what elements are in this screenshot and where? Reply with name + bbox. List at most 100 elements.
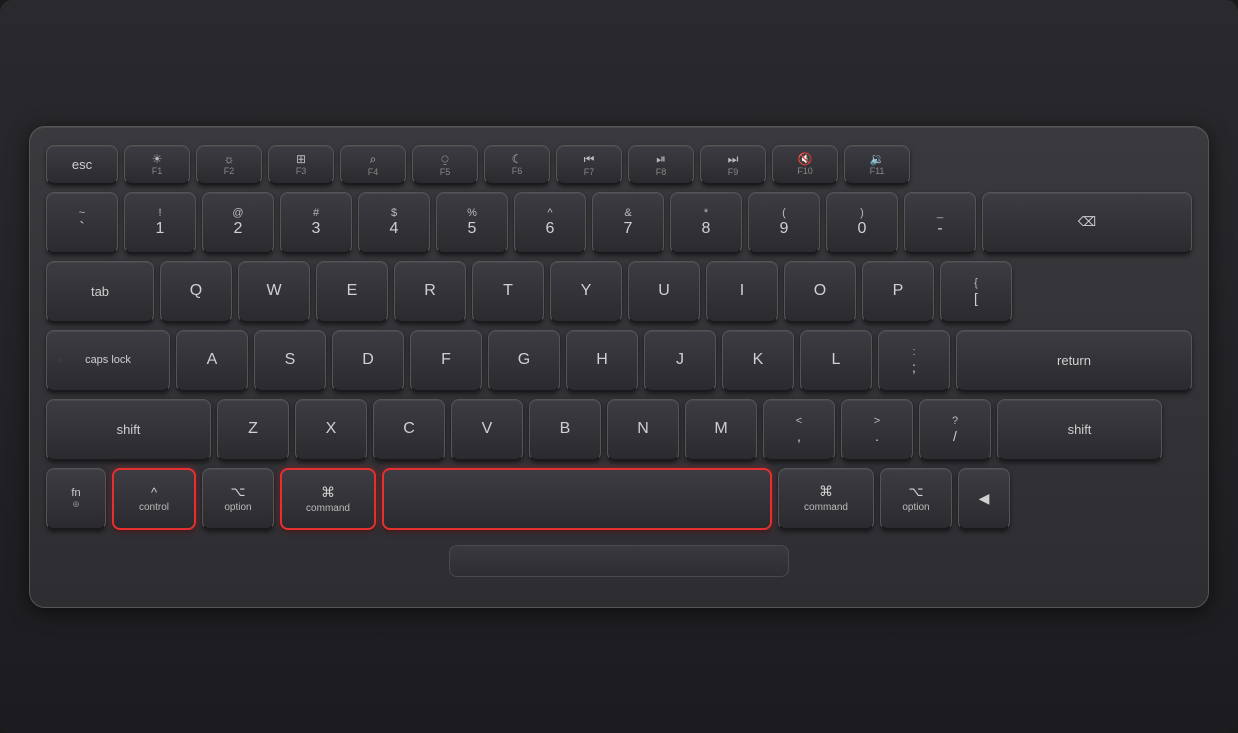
2-labels: @ 2 (232, 208, 243, 237)
key-i[interactable]: I (706, 261, 778, 323)
key-return[interactable]: return (956, 330, 1192, 392)
command-right-key-content: ⌘ command (804, 483, 848, 513)
key-q[interactable]: Q (160, 261, 232, 323)
dollar-label: $ (391, 208, 397, 219)
key-esc[interactable]: esc (46, 145, 118, 185)
f11-label: F11 (870, 166, 885, 176)
key-3[interactable]: # 3 (280, 192, 352, 254)
key-f[interactable]: F (410, 330, 482, 392)
command-left-label: command (306, 503, 350, 514)
key-shift-right[interactable]: shift (997, 399, 1162, 461)
key-p[interactable]: P (862, 261, 934, 323)
key-9[interactable]: ( 9 (748, 192, 820, 254)
key-t[interactable]: T (472, 261, 544, 323)
key-1[interactable]: ! 1 (124, 192, 196, 254)
tab-label: tab (91, 284, 109, 299)
trackpad[interactable] (449, 545, 789, 577)
key-j[interactable]: J (644, 330, 716, 392)
key-shift-left[interactable]: shift (46, 399, 211, 461)
number-row: ~ ` ! 1 @ 2 # 3 (46, 192, 1192, 254)
key-c[interactable]: C (373, 399, 445, 461)
key-caps-lock[interactable]: caps lock (46, 330, 170, 392)
8-label: 8 (702, 221, 711, 237)
f7-label: F7 (584, 167, 595, 177)
key-e[interactable]: E (316, 261, 388, 323)
key-7[interactable]: & 7 (592, 192, 664, 254)
key-a[interactable]: A (176, 330, 248, 392)
key-backtick[interactable]: ~ ` (46, 192, 118, 254)
key-f7[interactable]: ⏮ F7 (556, 145, 622, 185)
key-4[interactable]: $ 4 (358, 192, 430, 254)
key-f4[interactable]: ⌕ F4 (340, 145, 406, 185)
key-comma[interactable]: < , (763, 399, 835, 461)
key-y[interactable]: Y (550, 261, 622, 323)
f2-label: F2 (224, 166, 235, 176)
key-fn[interactable]: fn ⊕ (46, 468, 106, 530)
key-option-right[interactable]: ⌥ option (880, 468, 952, 530)
lparen-label: ( (782, 208, 786, 219)
key-f10[interactable]: 🔇 F10 (772, 145, 838, 185)
key-o[interactable]: O (784, 261, 856, 323)
key-slash[interactable]: ? / (919, 399, 991, 461)
key-h[interactable]: H (566, 330, 638, 392)
key-x[interactable]: X (295, 399, 367, 461)
colon-label: : (912, 347, 915, 358)
p-label: P (893, 282, 904, 300)
key-command-left[interactable]: ⌘ command (280, 468, 376, 530)
key-minus[interactable]: _ - (904, 192, 976, 254)
f5-icon: ⍜ (441, 152, 448, 167)
key-b[interactable]: B (529, 399, 601, 461)
key-command-right[interactable]: ⌘ command (778, 468, 874, 530)
key-2[interactable]: @ 2 (202, 192, 274, 254)
key-period[interactable]: > . (841, 399, 913, 461)
f3-label: F3 (296, 166, 307, 176)
key-lbracket[interactable]: { [ (940, 261, 1012, 323)
command-left-key-content: ⌘ command (306, 484, 350, 514)
key-f6[interactable]: ☾ F6 (484, 145, 550, 185)
key-r[interactable]: R (394, 261, 466, 323)
slash-label: / (953, 429, 957, 443)
key-d[interactable]: D (332, 330, 404, 392)
zxcv-row: shift Z X C V B N M (46, 399, 1192, 461)
key-f2[interactable]: ☼ F2 (196, 145, 262, 185)
control-label: control (139, 502, 169, 513)
key-control[interactable]: ^ control (112, 468, 196, 530)
t-label: T (503, 282, 513, 300)
key-f9[interactable]: ⏭ F9 (700, 145, 766, 185)
key-f1[interactable]: ☀ F1 (124, 145, 190, 185)
amp-label: & (624, 208, 631, 219)
key-8[interactable]: * 8 (670, 192, 742, 254)
key-m[interactable]: M (685, 399, 757, 461)
asdf-row: caps lock A S D F G H J (46, 330, 1192, 392)
key-g[interactable]: G (488, 330, 560, 392)
key-l[interactable]: L (800, 330, 872, 392)
key-f5[interactable]: ⍜ F5 (412, 145, 478, 185)
key-arrow-left[interactable]: ◀ (958, 468, 1010, 530)
key-v[interactable]: V (451, 399, 523, 461)
shift-left-label: shift (117, 422, 141, 437)
key-n[interactable]: N (607, 399, 679, 461)
backtick-labels: ~ ` (79, 208, 85, 237)
key-delete[interactable]: ⌫ (982, 192, 1192, 254)
key-f11[interactable]: 🔉 F11 (844, 145, 910, 185)
key-s[interactable]: S (254, 330, 326, 392)
key-0[interactable]: ) 0 (826, 192, 898, 254)
key-6[interactable]: ^ 6 (514, 192, 586, 254)
3-label: 3 (312, 221, 321, 237)
key-f3[interactable]: ⊞ F3 (268, 145, 334, 185)
f10-icon: 🔇 (798, 152, 813, 166)
semicolon-label: ; (912, 360, 916, 374)
key-z[interactable]: Z (217, 399, 289, 461)
period-labels: > . (874, 416, 880, 443)
4-label: 4 (390, 221, 399, 237)
key-tab[interactable]: tab (46, 261, 154, 323)
key-w[interactable]: W (238, 261, 310, 323)
key-space[interactable] (382, 468, 772, 530)
key-u[interactable]: U (628, 261, 700, 323)
key-semicolon[interactable]: : ; (878, 330, 950, 392)
key-5[interactable]: % 5 (436, 192, 508, 254)
key-f8[interactable]: ⏯ F8 (628, 145, 694, 185)
key-k[interactable]: K (722, 330, 794, 392)
key-option-left[interactable]: ⌥ option (202, 468, 274, 530)
fn-key-content: fn ⊕ (71, 487, 80, 510)
